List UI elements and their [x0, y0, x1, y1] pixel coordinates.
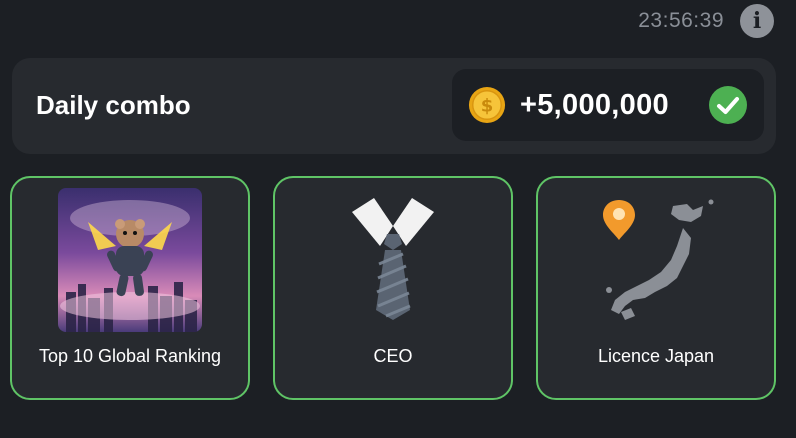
info-icon[interactable]: i [740, 4, 774, 38]
combo-card-top-10-global-ranking[interactable]: Top 10 Global Ranking [10, 176, 250, 400]
japan-map-pin-icon [603, 199, 714, 320]
daily-combo-panel: Daily combo $ +5,000,000 [12, 58, 776, 154]
reward-amount: +5,000,000 [520, 88, 669, 121]
tie-collar-icon [352, 198, 434, 320]
combo-card-ceo[interactable]: CEO [273, 176, 513, 400]
svg-text:$: $ [481, 96, 494, 117]
header-bar: 23:56:39 i [638, 4, 774, 38]
check-icon [709, 86, 747, 124]
card-label: Licence Japan [597, 346, 715, 366]
hamster-astronaut-city-image [58, 188, 202, 332]
countdown-timer: 23:56:39 [638, 9, 724, 32]
card-label: Top 10 Global Ranking [38, 346, 222, 366]
reward-box: $ +5,000,000 [452, 69, 764, 141]
coin-icon: $ [468, 86, 506, 124]
daily-combo-title: Daily combo [36, 90, 191, 120]
card-label: CEO [373, 346, 413, 366]
combo-card-licence-japan[interactable]: Licence Japan [536, 176, 776, 400]
